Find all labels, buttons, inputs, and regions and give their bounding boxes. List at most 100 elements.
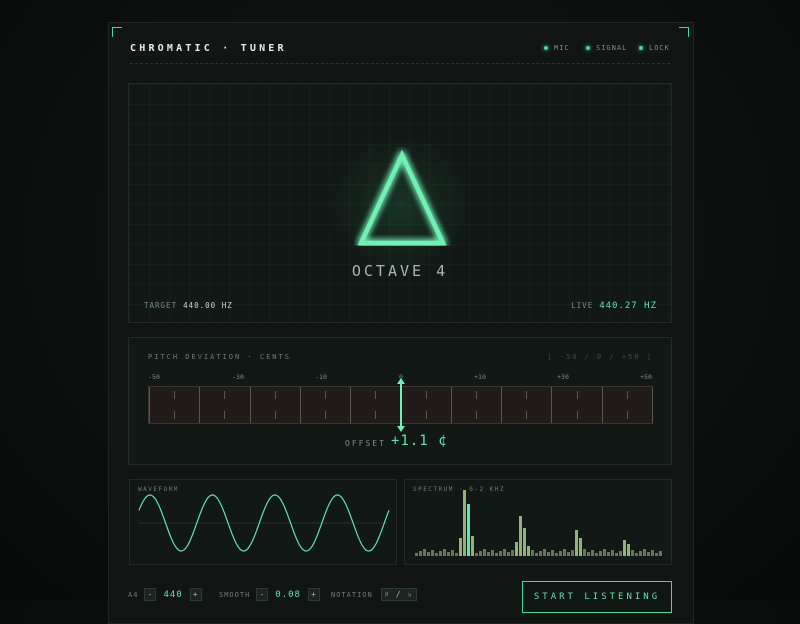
spectrum-bar [623,540,626,556]
spectrum-bar [463,490,466,556]
meter-tick [526,411,528,419]
smooth-value: 0.08 [275,589,301,600]
spectrum-bar [491,550,494,556]
spectrum-bar [651,550,654,556]
spectrum-bar [599,551,602,556]
start-listening-button[interactable]: START LISTENING [522,581,672,613]
frame-corner-top-right [679,27,689,37]
spectrum-bar [487,552,490,556]
spectrum-bar [611,550,614,556]
meter-tick [450,387,452,423]
mic-status-dot-icon [544,46,548,50]
meter-tick [325,411,327,419]
waveform-panel: WAVEFORM [129,479,397,565]
spectrum-bar [555,553,558,556]
spectrum-bar [655,553,658,556]
tick-label: -10 [315,373,327,381]
spectrum-bar [587,552,590,556]
status-mic-label: MIC [554,44,570,52]
status-mic: MIC [544,44,570,52]
spectrum-bar [543,549,546,556]
deviation-range: [ -50 / 0 / +50 ] [547,353,653,361]
spectrum-bar [571,550,574,556]
spectrum-bar [455,553,458,556]
spectrum-bar [619,551,622,556]
notation-toggle-button[interactable]: ♯ / ♭ [380,588,417,601]
smooth-decrement-button[interactable]: - [256,588,269,601]
spectrum-bar [579,538,582,556]
meter-tick [274,411,276,419]
meter-tick [551,387,553,423]
live-frequency: LIVE 440.27 HZ [571,301,657,311]
spectrum-bar [639,551,642,556]
tick-label: -30 [232,373,244,381]
signal-status-dot-icon [586,46,590,50]
meter-tick [224,411,226,419]
a4-increment-button[interactable]: + [189,588,202,601]
pitch-needle-icon [397,378,406,432]
meter-tick [174,391,176,399]
meter-tick [149,387,150,423]
status-lock-label: LOCK [649,44,670,52]
status-lock: LOCK [639,44,670,52]
spectrum-bar [531,550,534,556]
header-divider [130,63,670,64]
deviation-title: PITCH DEVIATION · CENTS [148,353,291,361]
spectrum-bar [627,544,630,556]
target-frequency: TARGET 440.00 HZ [144,301,233,310]
spectrum-bar [495,553,498,556]
target-label: TARGET [144,301,178,310]
pitch-deviation-panel: PITCH DEVIATION · CENTS [ -50 / 0 / +50 … [128,337,672,465]
meter-tick [626,411,628,419]
spectrum-bar [559,551,562,556]
spectrum-bar [615,553,618,556]
tick-label: +50 [640,373,652,381]
octave-label: OCTAVE 4 [351,262,449,280]
spectrum-bar [499,551,502,556]
spectrum-bar [631,550,634,556]
spectrum-bar [603,549,606,556]
meter-tick [224,391,226,399]
spectrum-bar [415,553,418,556]
spectrum-bar [423,549,426,556]
spectrum-bar [471,536,474,556]
tick-label: +10 [474,373,486,381]
meter-tick [375,411,377,419]
spectrum-bar [575,530,578,556]
status-signal: SIGNAL [586,44,627,52]
lock-status-dot-icon [639,46,643,50]
spectrum-plot [415,490,662,556]
triangle-note-icon [357,149,447,246]
offset-value: +1.1 ¢ [391,433,448,449]
live-value: 440.27 HZ [599,301,657,311]
spectrum-bar [527,546,530,556]
spectrum-bar [459,538,462,556]
a4-value: 440 [163,589,183,600]
meter-tick [501,387,503,423]
spectrum-bar [607,552,610,556]
meter-tick [425,391,427,399]
meter-tick [652,387,653,423]
a4-decrement-button[interactable]: - [144,588,157,601]
smooth-increment-button[interactable]: + [307,588,320,601]
spectrum-bar [483,549,486,556]
target-value: 440.00 HZ [183,301,233,310]
meter-tick [475,411,477,419]
meter-tick [475,391,477,399]
a4-control: A4 - 440 + [128,588,202,601]
spectrum-bar [591,550,594,556]
spectrum-bar [659,551,662,556]
notation-label: NOTATION [331,590,373,599]
spectrum-panel: SPECTRUM · 0-2 KHZ [404,479,672,565]
meter-tick [576,391,578,399]
spectrum-bar [539,551,542,556]
spectrum-bar [503,549,506,556]
spectrum-bar [635,553,638,556]
spectrum-bar [451,550,454,556]
spectrum-bar [523,528,526,556]
meter-tick [626,391,628,399]
meter-tick [350,387,352,423]
live-label: LIVE [571,301,594,310]
frame-corner-top-left [112,27,122,37]
note-display-panel: OCTAVE 4 TARGET 440.00 HZ LIVE 440.27 HZ [128,83,672,323]
